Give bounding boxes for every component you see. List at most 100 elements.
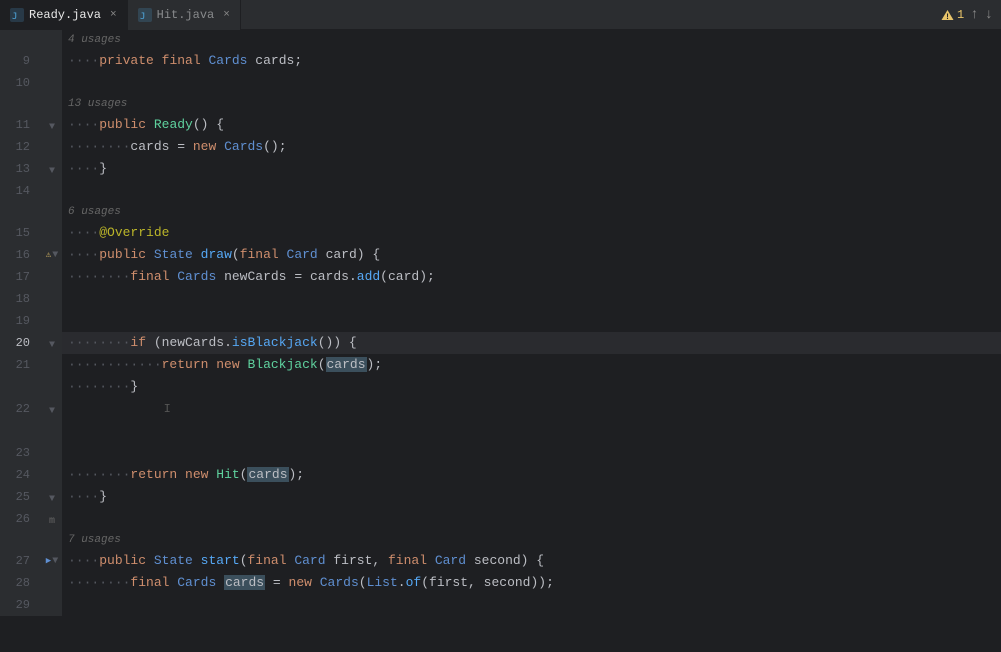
fold-icon-16[interactable]: ▼	[52, 250, 58, 261]
line-20: 20 ▼ ········if (newCards.isBlackjack())…	[0, 332, 1001, 354]
line-code-25: ····}	[62, 486, 1001, 508]
line-code-27: ····public State start(final Card first,…	[62, 550, 1001, 572]
gutter-25: ▼	[42, 486, 62, 508]
line-code-11: ····public Ready() {	[62, 114, 1001, 136]
line-19: 19	[0, 310, 1001, 332]
fold-icon-11[interactable]: ▼	[49, 122, 55, 133]
line-11: 11 ▼ ····public Ready() {	[0, 114, 1001, 136]
usage-text-4: 4 usages	[62, 30, 1001, 50]
fold-icon-22[interactable]: ▼	[49, 406, 55, 417]
tab-ready-java[interactable]: J Ready.java ×	[0, 0, 128, 30]
gutter-10	[42, 72, 62, 94]
line-num-25: 25	[0, 486, 42, 508]
line-num-22: 22	[0, 376, 42, 442]
code-lines: 4 usages 9 ····private final Cards cards…	[0, 30, 1001, 616]
java-file-icon-ready: J	[10, 8, 24, 22]
warning-icon-16: ⚠	[46, 250, 51, 261]
gutter-13: ▼	[42, 158, 62, 180]
gutter-21	[42, 354, 62, 376]
line-code-21: ············return new Blackjack(cards);	[62, 354, 1001, 376]
app-window: J Ready.java × J Hit.java × ! 1	[0, 0, 1001, 652]
tab-bar: J Ready.java × J Hit.java × ! 1	[0, 0, 1001, 30]
line-num-29: 29	[0, 594, 42, 616]
gutter-22: ▼	[42, 376, 62, 442]
line-num-24: 24	[0, 464, 42, 486]
line-21: 21 ············return new Blackjack(card…	[0, 354, 1001, 376]
left-margin-icon-26: m	[49, 516, 55, 527]
tab-hit-java[interactable]: J Hit.java ×	[128, 0, 241, 30]
line-code-10	[62, 72, 1001, 94]
line-code-20: ········if (newCards.isBlackjack()) {	[62, 332, 1001, 354]
gutter-9	[42, 50, 62, 72]
line-28: 28 ········final Cards cards = new Cards…	[0, 572, 1001, 594]
gutter-11: ▼	[42, 114, 62, 136]
gutter-19	[42, 310, 62, 332]
arrow-icon-27: ▶	[46, 556, 51, 567]
gutter-29	[42, 594, 62, 616]
top-right-controls: ! 1 ↑ ↓	[941, 7, 1001, 23]
line-code-17: ········final Cards newCards = cards.add…	[62, 266, 1001, 288]
tab-hit-label: Hit.java	[157, 8, 215, 22]
line-18: 18	[0, 288, 1001, 310]
editor-area: 4 usages 9 ····private final Cards cards…	[0, 30, 1001, 652]
nav-up-arrow[interactable]: ↑	[970, 7, 978, 23]
line-num-10: 10	[0, 72, 42, 94]
line-code-24: ········return new Hit(cards);	[62, 464, 1001, 486]
line-num-19: 19	[0, 310, 42, 332]
line-num-20: 20	[0, 332, 42, 354]
gutter-16: ⚠ ▼	[42, 244, 62, 266]
line-code-28: ········final Cards cards = new Cards(Li…	[62, 572, 1001, 594]
usage-text-6: 6 usages	[62, 202, 1001, 222]
line-num-26: 26	[0, 508, 42, 530]
line-23: 23	[0, 442, 1001, 464]
svg-text:!: !	[945, 13, 950, 21]
line-num-16: 16	[0, 244, 42, 266]
gutter-26: m	[42, 508, 62, 530]
line-code-15: ····@Override	[62, 222, 1001, 244]
gutter-28	[42, 572, 62, 594]
line-num-28: 28	[0, 572, 42, 594]
fold-icon-20[interactable]: ▼	[49, 340, 55, 351]
fold-icon-27[interactable]: ▼	[52, 556, 58, 567]
line-code-26	[62, 508, 1001, 530]
gutter-18	[42, 288, 62, 310]
line-29: 29	[0, 594, 1001, 616]
line-12: 12 ········cards = new Cards();	[0, 136, 1001, 158]
gutter-24	[42, 464, 62, 486]
gutter-20: ▼	[42, 332, 62, 354]
gutter-15	[42, 222, 62, 244]
line-num-11: 11	[0, 114, 42, 136]
line-code-14	[62, 180, 1001, 202]
tab-ready-close[interactable]: ×	[110, 9, 117, 21]
code-content[interactable]: 4 usages 9 ····private final Cards cards…	[0, 30, 1001, 652]
line-num-27: 27	[0, 550, 42, 572]
line-25: 25 ▼ ····}	[0, 486, 1001, 508]
line-26: 26 m	[0, 508, 1001, 530]
warning-badge: ! 1	[941, 8, 964, 22]
tab-hit-close[interactable]: ×	[223, 9, 230, 21]
gutter-27: ▶ ▼	[42, 550, 62, 572]
line-code-12: ········cards = new Cards();	[62, 136, 1001, 158]
line-code-23	[62, 442, 1001, 464]
warning-count: 1	[957, 8, 964, 22]
line-24: 24 ········return new Hit(cards);	[0, 464, 1001, 486]
usage-hint-7: 7 usages	[0, 530, 1001, 550]
line-9: 9 ····private final Cards cards;	[0, 50, 1001, 72]
line-code-9: ····private final Cards cards;	[62, 50, 1001, 72]
line-22: 22 ▼ ········} I	[0, 376, 1001, 442]
line-num-9: 9	[0, 50, 42, 72]
svg-text:J: J	[140, 12, 145, 22]
usage-text-7: 7 usages	[62, 530, 1001, 550]
fold-icon-13[interactable]: ▼	[49, 166, 55, 177]
line-13: 13 ▼ ····}	[0, 158, 1001, 180]
line-num-15: 15	[0, 222, 42, 244]
line-code-13: ····}	[62, 158, 1001, 180]
line-14: 14	[0, 180, 1001, 202]
nav-down-arrow[interactable]: ↓	[985, 7, 993, 23]
line-num-21: 21	[0, 354, 42, 376]
fold-icon-25[interactable]: ▼	[49, 494, 55, 505]
line-num-13: 13	[0, 158, 42, 180]
line-15: 15 ····@Override	[0, 222, 1001, 244]
gutter-14	[42, 180, 62, 202]
line-num-12: 12	[0, 136, 42, 158]
